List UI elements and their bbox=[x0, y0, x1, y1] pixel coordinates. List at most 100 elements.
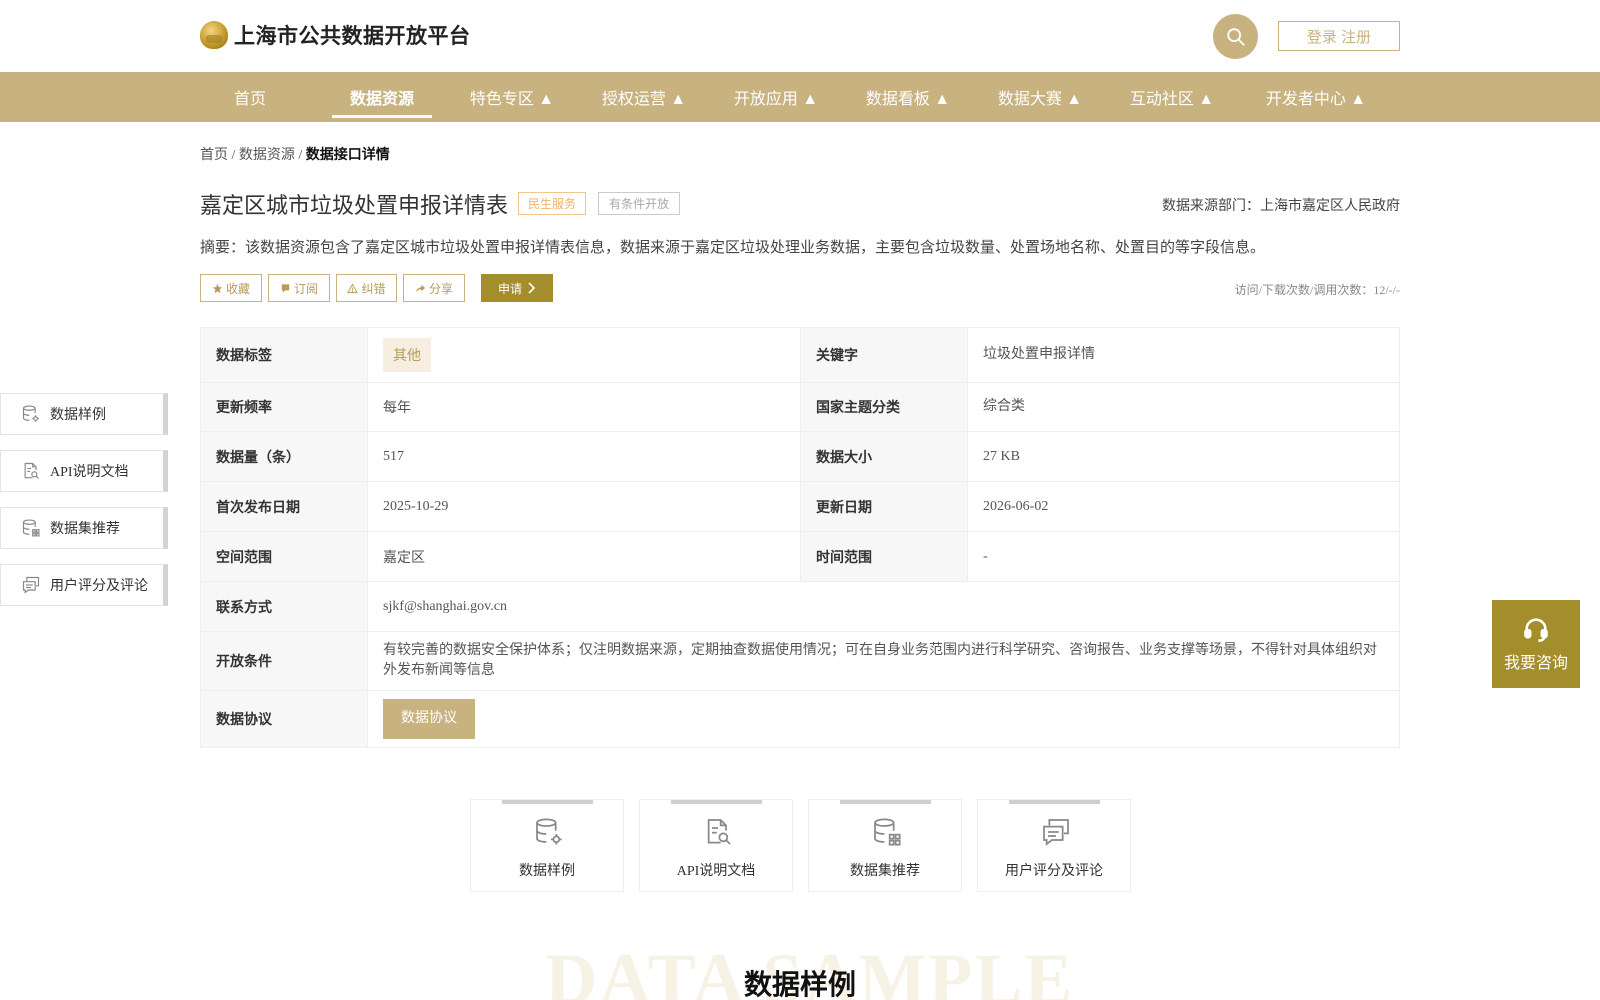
nav-open-apps[interactable]: 开放应用 ▲ bbox=[726, 72, 826, 122]
main-nav: 首页 数据资源 特色专区 ▲ 授权运营 ▲ 开放应用 ▲ 数据看板 ▲ 数据大赛… bbox=[0, 72, 1600, 122]
update-frequency-value: 每年 bbox=[368, 383, 801, 431]
sidebar-item-data-sample[interactable]: 数据样例 bbox=[0, 393, 168, 435]
nav-competition[interactable]: 数据大赛 ▲ bbox=[990, 72, 1090, 122]
time-scope-label: 时间范围 bbox=[801, 532, 968, 581]
visit-count: 访问/下载次数/调用次数：12/-/- bbox=[1234, 283, 1400, 297]
nav-developer[interactable]: 开发者中心 ▲ bbox=[1256, 72, 1376, 122]
star-icon bbox=[212, 283, 223, 293]
table-row: 开放条件 有较完善的数据安全保护体系；仅注明数据来源，定期抽查数据使用情况；可在… bbox=[201, 632, 1399, 691]
bookmark-flag-icon bbox=[281, 283, 290, 293]
breadcrumb-separator: / bbox=[294, 148, 306, 163]
open-type-tag: 有条件开放 bbox=[598, 192, 681, 215]
login-register-button[interactable]: 登录 注册 bbox=[1278, 21, 1400, 51]
first-publish-date-label: 首次发布日期 bbox=[201, 482, 368, 531]
warning-icon bbox=[347, 282, 359, 293]
card-data-sample[interactable]: 数据样例 bbox=[470, 799, 624, 892]
data-size-label: 数据大小 bbox=[801, 432, 968, 481]
sidebar-item-api-docs[interactable]: API说明文档 bbox=[0, 450, 168, 492]
nav-authorized-ops[interactable]: 授权运营 ▲ bbox=[594, 72, 694, 122]
card-label: 用户评分及评论 bbox=[1005, 864, 1103, 879]
data-tag-chip[interactable]: 其他 bbox=[383, 338, 431, 372]
table-row: 数据量（条） 517 数据大小 27 KB bbox=[201, 432, 1399, 482]
headset-icon bbox=[1524, 618, 1548, 642]
update-date-value: 2026-06-02 bbox=[983, 498, 1049, 514]
apply-label: 申请 bbox=[497, 281, 522, 296]
nav-dashboards[interactable]: 数据看板 ▲ bbox=[858, 72, 958, 122]
site-logo[interactable]: 上海市公共数据开放平台 bbox=[200, 20, 471, 50]
table-row: 空间范围 嘉定区 时间范围 - bbox=[201, 532, 1399, 582]
contact-label: 联系方式 bbox=[201, 582, 368, 631]
national-theme-label: 国家主题分类 bbox=[801, 383, 968, 431]
sidebar-item-ratings-comments[interactable]: 用户评分及评论 bbox=[0, 564, 168, 606]
favorite-button[interactable]: 收藏 bbox=[200, 274, 262, 302]
document-search-icon bbox=[707, 819, 731, 845]
spatial-scope-value: 嘉定区 bbox=[368, 532, 801, 581]
share-arrow-icon bbox=[415, 284, 426, 292]
spatial-scope-label: 空间范围 bbox=[201, 532, 368, 581]
report-error-button[interactable]: 纠错 bbox=[336, 274, 397, 302]
sidebar-item-dataset-recommend[interactable]: 数据集推荐 bbox=[0, 507, 168, 549]
breadcrumb-current: 数据接口详情 bbox=[305, 148, 390, 163]
breadcrumb-resources[interactable]: 数据资源 bbox=[239, 148, 295, 163]
dataset-title: 嘉定区城市垃圾处置申报详情表 bbox=[200, 193, 509, 218]
subscribe-button[interactable]: 订阅 bbox=[268, 274, 330, 302]
record-count-value: 517 bbox=[368, 432, 801, 481]
favorite-label: 收藏 bbox=[225, 281, 250, 296]
card-ratings-comments[interactable]: 用户评分及评论 bbox=[977, 799, 1131, 892]
card-api-docs[interactable]: API说明文档 bbox=[639, 799, 793, 892]
consult-label: 我要咨询 bbox=[1503, 655, 1568, 672]
card-top-bar bbox=[1009, 800, 1100, 804]
card-top-bar bbox=[840, 800, 931, 804]
breadcrumb-separator: / bbox=[228, 148, 239, 163]
breadcrumb-home[interactable]: 首页 bbox=[200, 148, 228, 163]
share-button[interactable]: 分享 bbox=[403, 274, 465, 302]
update-frequency-label: 更新频率 bbox=[201, 383, 368, 431]
database-gear-icon bbox=[536, 818, 562, 845]
card-top-bar bbox=[502, 800, 593, 804]
sidebar-item-label: 数据集推荐 bbox=[50, 522, 120, 537]
data-tag-label: 数据标签 bbox=[201, 328, 368, 382]
database-grid-icon bbox=[874, 818, 901, 846]
database-gear-icon bbox=[22, 405, 39, 422]
section-title: 数据样例 bbox=[743, 969, 856, 1000]
data-protocol-button[interactable]: 数据协议 bbox=[383, 699, 475, 739]
database-grid-icon bbox=[22, 519, 40, 537]
subscribe-label: 订阅 bbox=[293, 281, 318, 296]
card-label: 数据样例 bbox=[519, 864, 575, 879]
card-label: 数据集推荐 bbox=[850, 864, 920, 879]
keyword-label: 关键字 bbox=[801, 328, 968, 382]
share-label: 分享 bbox=[428, 281, 453, 296]
dataset-info-table: 数据标签 其他 关键字 垃圾处置申报详情 更新频率 每年 国家主题分类 综合类 … bbox=[200, 327, 1400, 748]
site-header: 上海市公共数据开放平台 登录 注册 bbox=[0, 0, 1600, 72]
consult-button[interactable]: 我要咨询 bbox=[1492, 600, 1580, 688]
apply-button[interactable]: 申请 bbox=[481, 274, 553, 302]
report-error-label: 纠错 bbox=[361, 281, 386, 296]
nav-home[interactable]: 首页 bbox=[210, 72, 290, 122]
time-scope-value: - bbox=[983, 548, 988, 564]
platform-logo-icon bbox=[200, 21, 228, 49]
card-dataset-recommend[interactable]: 数据集推荐 bbox=[808, 799, 962, 892]
open-conditions-label: 开放条件 bbox=[201, 632, 368, 690]
sidebar-item-label: API说明文档 bbox=[50, 465, 129, 480]
card-label: API说明文档 bbox=[676, 864, 756, 879]
open-conditions-value: 有较完善的数据安全保护体系；仅注明数据来源，定期抽查数据使用情况；可在自身业务范… bbox=[383, 643, 1377, 678]
record-count-label: 数据量（条） bbox=[201, 432, 368, 481]
card-top-bar bbox=[671, 800, 762, 804]
table-row: 数据标签 其他 关键字 垃圾处置申报详情 bbox=[201, 328, 1399, 383]
table-row: 更新频率 每年 国家主题分类 综合类 bbox=[201, 383, 1399, 432]
data-protocol-label: 数据协议 bbox=[201, 691, 368, 747]
comments-icon bbox=[22, 576, 40, 594]
dataset-summary: 摘要：该数据资源包含了嘉定区城市垃圾处置申报详情表信息，数据来源于嘉定区垃圾处理… bbox=[200, 239, 1266, 256]
contact-value: sjkf@shanghai.gov.cn bbox=[383, 598, 507, 614]
search-icon bbox=[1226, 27, 1245, 46]
nav-data-resources[interactable]: 数据资源 bbox=[332, 72, 432, 122]
table-row: 首次发布日期 2025-10-29 更新日期 2026-06-02 bbox=[201, 482, 1399, 532]
table-row: 数据协议 数据协议 bbox=[201, 691, 1399, 748]
source-department: 数据来源部门：上海市嘉定区人民政府 bbox=[1162, 197, 1400, 213]
nav-featured[interactable]: 特色专区 ▲ bbox=[462, 72, 562, 122]
nav-community[interactable]: 互动社区 ▲ bbox=[1122, 72, 1222, 122]
search-button[interactable] bbox=[1213, 14, 1258, 59]
table-row: 联系方式 sjkf@shanghai.gov.cn bbox=[201, 582, 1399, 632]
data-size-value: 27 KB bbox=[983, 448, 1020, 464]
update-date-label: 更新日期 bbox=[801, 482, 968, 531]
